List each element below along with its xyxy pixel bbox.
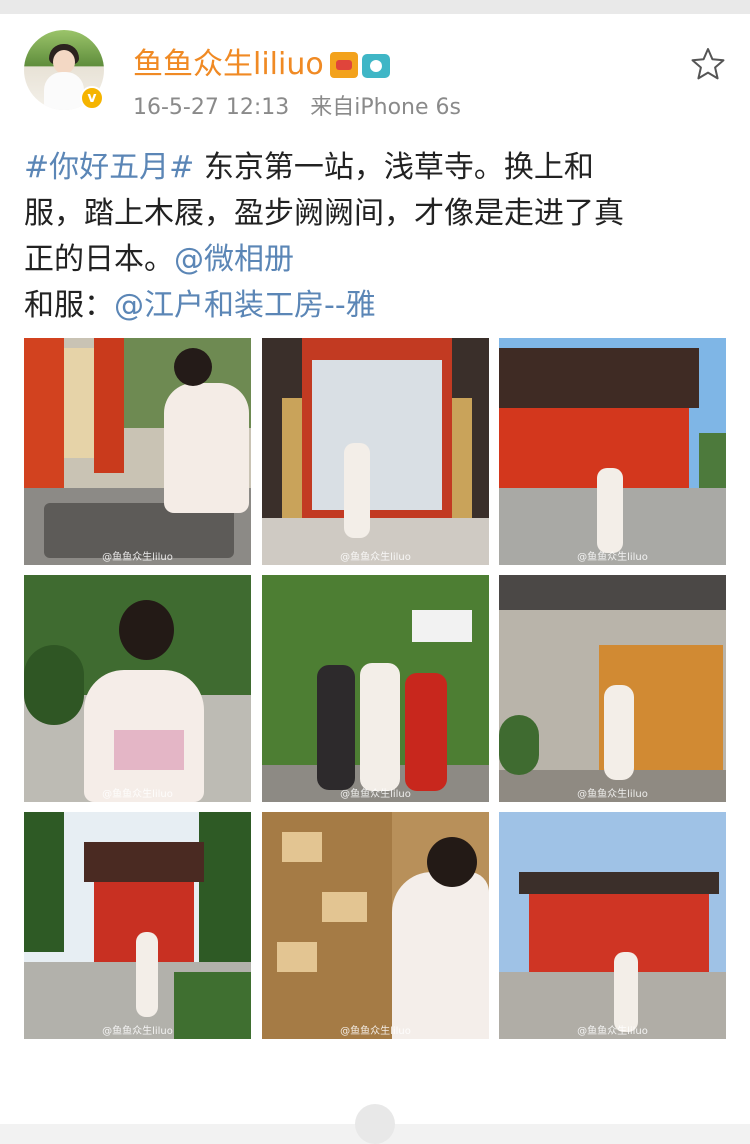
post-meta: 16-5-27 12:13 来自iPhone 6s — [133, 93, 475, 123]
photo-watermark: @鱼鱼众生liluo — [340, 789, 411, 800]
post-time: 16-5-27 12:13 — [133, 95, 290, 120]
scroll-handle[interactable] — [355, 1104, 395, 1144]
text-segment: 正的日本。 — [24, 242, 174, 277]
photo-watermark: @鱼鱼众生liluo — [102, 1026, 173, 1037]
text-link[interactable]: @江户和装工房--雅 — [114, 288, 376, 323]
star-icon[interactable] — [690, 46, 726, 82]
text-segment: 服，踏上木屐，盈步阙阙间，才像是走进了真 — [24, 196, 624, 231]
vip-crown-icon — [330, 52, 358, 78]
post-text: #你好五月# 东京第一站，浅草寺。换上和服，踏上木屐，盈步阙阙间，才像是走进了真… — [24, 145, 724, 329]
top-bar — [0, 0, 750, 14]
photo-watermark: @鱼鱼众生liluo — [340, 1026, 411, 1037]
photo-watermark: @鱼鱼众生liluo — [340, 552, 411, 563]
camera-icon — [362, 54, 390, 78]
photo-4[interactable]: @鱼鱼众生liluo — [24, 575, 251, 802]
photo-grid: @鱼鱼众生liluo @鱼鱼众生liluo @鱼鱼众生liluo @鱼鱼众生li… — [24, 338, 726, 1039]
photo-5[interactable]: @鱼鱼众生liluo — [262, 575, 489, 802]
photo-8[interactable]: @鱼鱼众生liluo — [262, 812, 489, 1039]
text-segment: 东京第一站，浅草寺。换上和 — [194, 150, 594, 185]
post-text-line: 正的日本。@微相册 — [24, 237, 724, 283]
photo-watermark: @鱼鱼众生liluo — [102, 552, 173, 563]
photo-7[interactable]: @鱼鱼众生liluo — [24, 812, 251, 1039]
photo-watermark: @鱼鱼众生liluo — [102, 789, 173, 800]
verified-badge-icon: v — [80, 86, 104, 110]
photo-9[interactable]: @鱼鱼众生liluo — [499, 812, 726, 1039]
post-text-line: 服，踏上木屐，盈步阙阙间，才像是走进了真 — [24, 191, 724, 237]
text-link[interactable]: #你好五月# — [24, 150, 194, 185]
photo-2[interactable]: @鱼鱼众生liluo — [262, 338, 489, 565]
photo-3[interactable]: @鱼鱼众生liluo — [499, 338, 726, 565]
username[interactable]: 鱼鱼众生liliuo — [133, 45, 324, 85]
photo-watermark: @鱼鱼众生liluo — [577, 552, 648, 563]
photo-watermark: @鱼鱼众生liluo — [577, 789, 648, 800]
photo-watermark: @鱼鱼众生liluo — [577, 1026, 648, 1037]
photo-6[interactable]: @鱼鱼众生liluo — [499, 575, 726, 802]
post-text-line: #你好五月# 东京第一站，浅草寺。换上和 — [24, 145, 724, 191]
text-link[interactable]: @微相册 — [174, 242, 294, 277]
text-segment: 和服： — [24, 288, 114, 323]
photo-1[interactable]: @鱼鱼众生liluo — [24, 338, 251, 565]
post-source[interactable]: 来自iPhone 6s — [310, 95, 461, 120]
post-text-line: 和服：@江户和装工房--雅 — [24, 283, 724, 329]
